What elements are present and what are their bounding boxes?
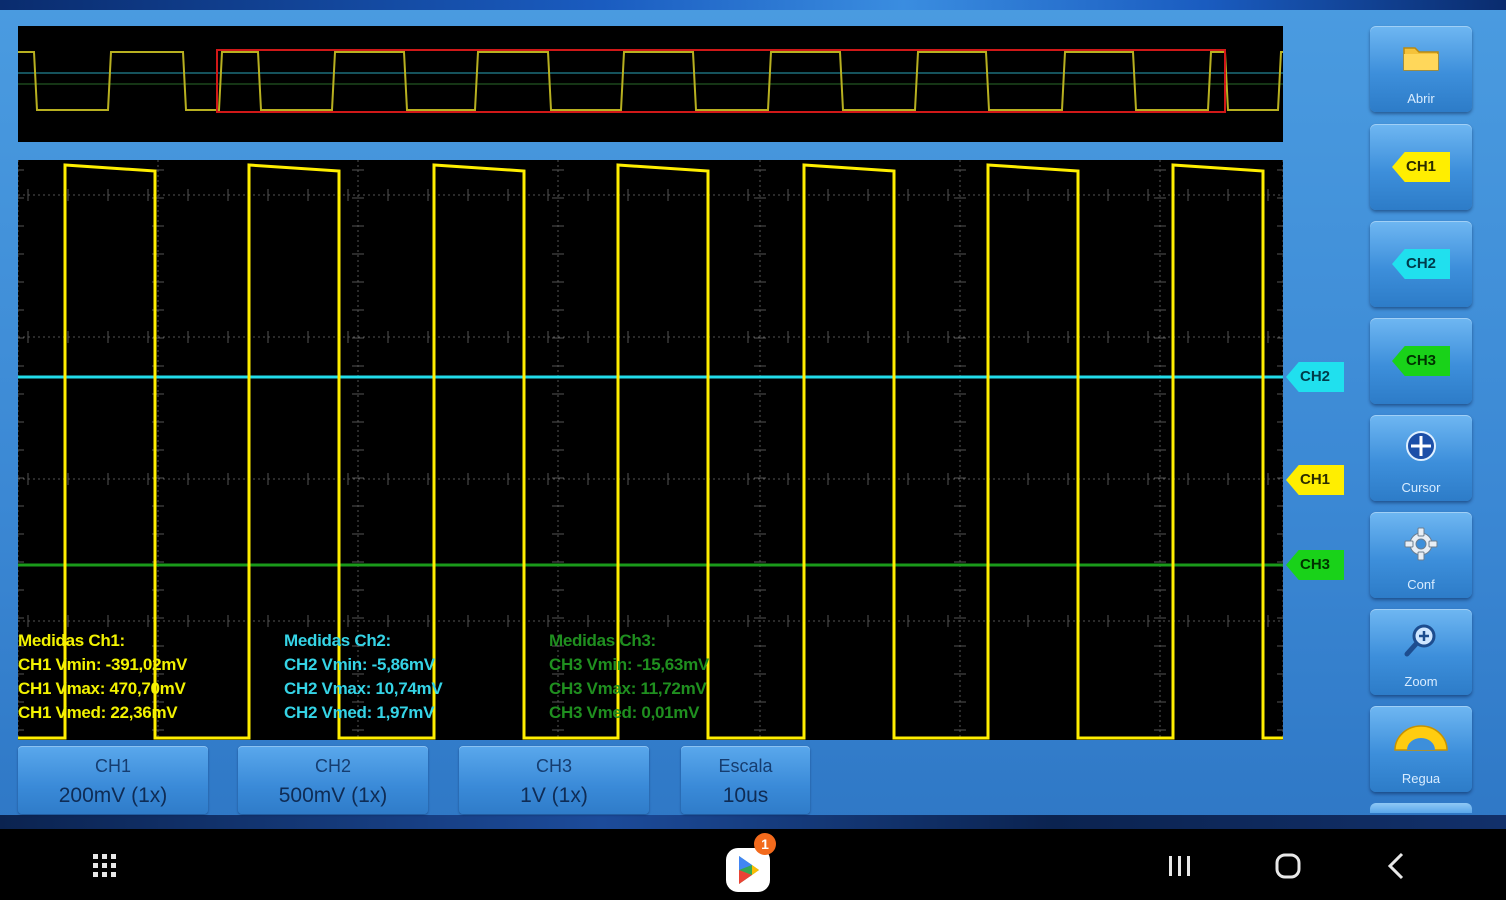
protractor-icon <box>1394 725 1448 751</box>
app-drawer-button[interactable] <box>88 849 122 883</box>
ch1-scale-label: CH1 <box>94 756 131 776</box>
recents-button[interactable] <box>1164 851 1196 881</box>
ch1-scale-value: 200mV (1x) <box>58 784 168 807</box>
ch3-scale-button[interactable]: CH3 1V (1x) <box>459 746 649 814</box>
sidebar-more-peek[interactable] <box>1370 803 1472 813</box>
ch1-tag: CH1 <box>1392 152 1450 182</box>
ch2-measurements: Medidas Ch2: CH2 Vmin: -5,86mV CH2 Vmax: 1… <box>284 629 443 725</box>
system-navigation-bar: 1 <box>0 829 1506 900</box>
crosshair-icon <box>1406 431 1436 461</box>
home-icon <box>1275 853 1301 879</box>
ch3-measurements: Medidas Ch3: CH3 Vmin: -15,63mV CH3 Vmax: … <box>549 629 709 725</box>
home-button[interactable] <box>1270 849 1306 883</box>
ch1-scale-button[interactable]: CH1 200mV (1x) <box>18 746 208 814</box>
gear-icon <box>1404 527 1438 561</box>
overview-ch1-wave <box>18 51 1283 111</box>
time-scale-label: Escala <box>718 756 773 776</box>
ch1-meas-title: Medidas Ch1: <box>18 631 125 650</box>
ch2-select-button[interactable]: CH2 <box>1370 221 1472 307</box>
cursor-button[interactable]: Cursor <box>1370 415 1472 501</box>
open-button[interactable]: Abrir <box>1370 26 1472 112</box>
play-store-shortcut[interactable]: 1 <box>720 833 780 897</box>
ch2-vmed: CH2 Vmed: 1,97mV <box>284 703 435 722</box>
app-grid-icon <box>93 854 116 877</box>
open-button-label: Abrir <box>1407 91 1435 106</box>
zoom-button-label: Zoom <box>1404 674 1438 689</box>
ch3-meas-title: Medidas Ch3: <box>549 631 656 650</box>
time-scale-value: 10us <box>722 784 769 807</box>
ch3-vmax: CH3 Vmax: 11,72mV <box>549 679 707 698</box>
ch2-meas-title: Medidas Ch2: <box>284 631 391 650</box>
time-scale-button[interactable]: Escala 10us <box>681 746 810 814</box>
ch1-measurements: Medidas Ch1: CH1 Vmin: -391,02mV CH1 Vmax:… <box>18 629 187 725</box>
ch2-scale-value: 500mV (1x) <box>278 784 388 807</box>
ch2-scale-label: CH2 <box>314 756 351 776</box>
conf-button-label: Conf <box>1407 577 1435 592</box>
ch3-scale-label: CH3 <box>535 756 572 776</box>
cursor-button-label: Cursor <box>1401 480 1441 495</box>
ch2-vmax: CH2 Vmax: 10,74mV <box>284 679 443 698</box>
back-button[interactable] <box>1380 849 1412 883</box>
play-store-badge: 1 <box>754 833 776 855</box>
conf-button[interactable]: Conf <box>1370 512 1472 598</box>
back-icon <box>1387 852 1404 880</box>
ch3-vmed: CH3 Vmed: 0,01mV <box>549 703 700 722</box>
ch1-vmin: CH1 Vmin: -391,02mV <box>18 655 188 674</box>
ruler-button-label: Regua <box>1401 771 1441 786</box>
ch3-scale-value: 1V (1x) <box>520 784 588 807</box>
zoom-button[interactable]: Zoom <box>1370 609 1472 695</box>
ch1-select-button[interactable]: CH1 <box>1370 124 1472 210</box>
ch1-vmed: CH1 Vmed: 22,36mV <box>18 703 178 722</box>
ruler-button[interactable]: Regua <box>1370 706 1472 792</box>
magnifier-icon <box>1404 624 1436 657</box>
ch2-scale-button[interactable]: CH2 500mV (1x) <box>238 746 428 814</box>
ch1-vmax: CH1 Vmax: 470,70mV <box>18 679 186 698</box>
ch2-tag: CH2 <box>1392 249 1450 279</box>
ch3-tag: CH3 <box>1392 346 1450 376</box>
app-bottom-edge <box>0 815 1506 829</box>
overview-window-rect[interactable] <box>216 49 1226 113</box>
folder-icon <box>1403 47 1439 71</box>
overview-display[interactable] <box>18 26 1283 142</box>
ch3-select-button[interactable]: CH3 <box>1370 318 1472 404</box>
recents-icon <box>1169 856 1190 876</box>
ch3-vmin: CH3 Vmin: -15,63mV <box>549 655 709 674</box>
overview-trace-area <box>18 49 1283 113</box>
ch2-vmin: CH2 Vmin: -5,86mV <box>284 655 435 674</box>
